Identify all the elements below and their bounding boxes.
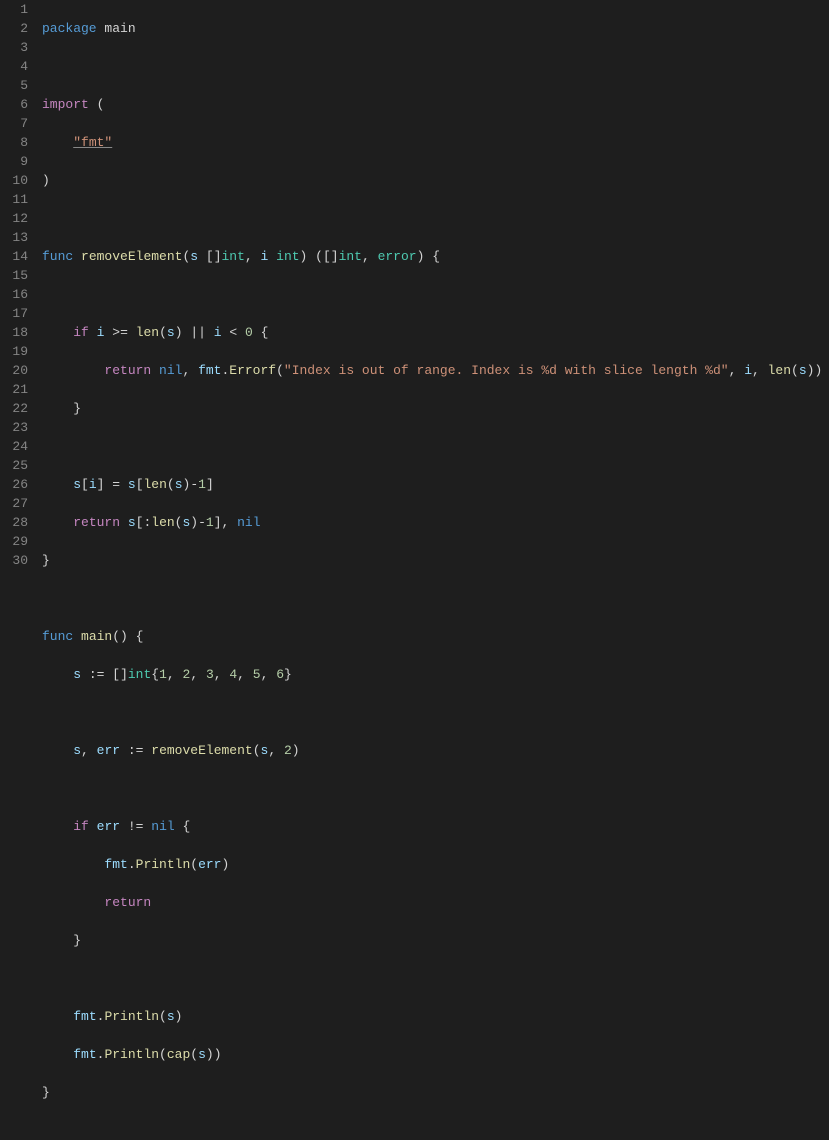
code-line: } [42, 399, 829, 418]
line-number: 12 [0, 209, 28, 228]
code-line: if err != nil { [42, 817, 829, 836]
package-name: main [104, 21, 135, 36]
func-Println: Println [136, 857, 191, 872]
keyword-import: import [42, 97, 89, 112]
param-i: i [261, 249, 269, 264]
func-len: len [136, 325, 159, 340]
keyword-if: if [73, 325, 89, 340]
type-int: int [339, 249, 362, 264]
line-number: 23 [0, 418, 28, 437]
line-number: 6 [0, 95, 28, 114]
line-number: 30 [0, 551, 28, 570]
line-number: 2 [0, 19, 28, 38]
code-line: package main [42, 19, 829, 38]
line-number: 14 [0, 247, 28, 266]
paren-open: ( [97, 97, 105, 112]
code-line: s, err := removeElement(s, 2) [42, 741, 829, 760]
paren-close: ) [42, 173, 50, 188]
code-line: fmt.Println(s) [42, 1007, 829, 1026]
keyword-func: func [42, 249, 73, 264]
line-number: 18 [0, 323, 28, 342]
code-line: import ( [42, 95, 829, 114]
line-number: 7 [0, 114, 28, 133]
line-number: 21 [0, 380, 28, 399]
keyword-package: package [42, 21, 97, 36]
line-number: 22 [0, 399, 28, 418]
code-line: fmt.Println(cap(s)) [42, 1045, 829, 1064]
code-line: return s[:len(s)-1], nil [42, 513, 829, 532]
param-s: s [190, 249, 198, 264]
import-fmt: "fmt" [73, 135, 112, 150]
line-number: 19 [0, 342, 28, 361]
var-err: err [97, 743, 120, 758]
code-line: return [42, 893, 829, 912]
line-number: 16 [0, 285, 28, 304]
line-number: 25 [0, 456, 28, 475]
pkg-fmt: fmt [198, 363, 221, 378]
line-number: 5 [0, 76, 28, 95]
line-number: 13 [0, 228, 28, 247]
code-line [42, 1121, 829, 1140]
error-message-string: "Index is out of range. Index is %d with… [284, 363, 729, 378]
type-int: int [276, 249, 299, 264]
line-number: 15 [0, 266, 28, 285]
keyword-return: return [104, 363, 151, 378]
code-line: } [42, 931, 829, 950]
code-line [42, 285, 829, 304]
line-number: 4 [0, 57, 28, 76]
code-line: s := []int{1, 2, 3, 4, 5, 6} [42, 665, 829, 684]
code-line: return nil, fmt.Errorf("Index is out of … [42, 361, 829, 380]
func-main: main [81, 629, 112, 644]
line-number: 3 [0, 38, 28, 57]
line-number: 10 [0, 171, 28, 190]
line-number: 8 [0, 133, 28, 152]
line-number: 26 [0, 475, 28, 494]
code-line [42, 589, 829, 608]
code-line: fmt.Println(err) [42, 855, 829, 874]
code-line [42, 969, 829, 988]
code-line: ) [42, 171, 829, 190]
line-number: 17 [0, 304, 28, 323]
code-line [42, 779, 829, 798]
code-line: func removeElement(s []int, i int) ([]in… [42, 247, 829, 266]
line-number-gutter: 1234567891011121314151617181920212223242… [0, 0, 38, 570]
code-editor[interactable]: package main import ( "fmt" ) func remov… [38, 0, 829, 570]
code-line [42, 437, 829, 456]
code-line: } [42, 1083, 829, 1102]
code-line: func main() { [42, 627, 829, 646]
line-number: 1 [0, 0, 28, 19]
func-removeElement: removeElement [81, 249, 182, 264]
code-line [42, 57, 829, 76]
line-number: 24 [0, 437, 28, 456]
code-line [42, 209, 829, 228]
func-cap: cap [167, 1047, 190, 1062]
type-int: int [222, 249, 245, 264]
code-line: if i >= len(s) || i < 0 { [42, 323, 829, 342]
code-line: } [42, 551, 829, 570]
line-number: 29 [0, 532, 28, 551]
line-number: 11 [0, 190, 28, 209]
const-nil: nil [159, 363, 182, 378]
func-Errorf: Errorf [229, 363, 276, 378]
code-line: s[i] = s[len(s)-1] [42, 475, 829, 494]
line-number: 9 [0, 152, 28, 171]
code-line: "fmt" [42, 133, 829, 152]
line-number: 27 [0, 494, 28, 513]
type-error: error [378, 249, 417, 264]
line-number: 20 [0, 361, 28, 380]
line-number: 28 [0, 513, 28, 532]
code-line [42, 703, 829, 722]
